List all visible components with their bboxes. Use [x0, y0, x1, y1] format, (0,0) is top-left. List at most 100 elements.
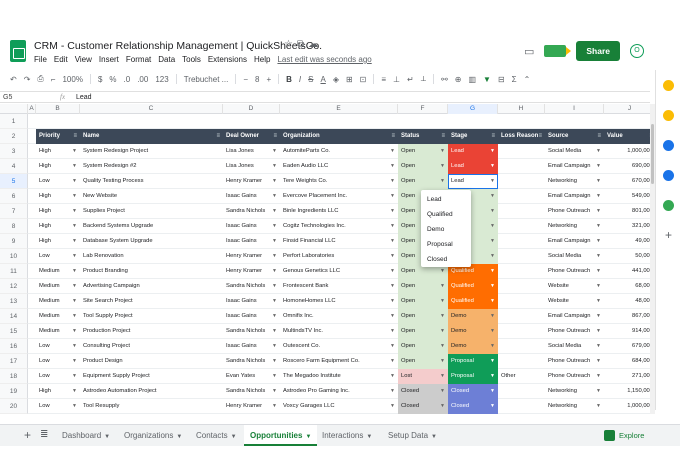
- dropdown-arrow-icon[interactable]: ▼: [596, 174, 601, 189]
- dropdown-arrow-icon[interactable]: ▼: [390, 264, 395, 279]
- cell-org[interactable]: Evercove Placement Inc. ▼: [280, 189, 398, 204]
- scrollbar-thumb[interactable]: [651, 124, 654, 184]
- strikethrough-button[interactable]: S: [308, 75, 313, 84]
- chart-icon[interactable]: ▥: [468, 75, 476, 84]
- dropdown-option-demo[interactable]: Demo: [421, 222, 471, 237]
- cell-priority[interactable]: Medium ▼: [36, 294, 80, 309]
- explore-button[interactable]: Explore: [604, 430, 644, 441]
- cell-value[interactable]: 549,000: [604, 189, 650, 204]
- cell-loss[interactable]: [498, 174, 545, 189]
- dropdown-arrow-icon[interactable]: ▼: [272, 354, 277, 369]
- cell-value[interactable]: 48,000: [604, 294, 650, 309]
- bold-button[interactable]: B: [286, 75, 292, 84]
- cell-value[interactable]: 914,000: [604, 324, 650, 339]
- cell-owner[interactable]: Sandra Nichols ▼: [223, 204, 280, 219]
- cell-value[interactable]: 684,000: [604, 354, 650, 369]
- dropdown-arrow-icon[interactable]: ▼: [72, 144, 77, 159]
- dropdown-arrow-icon[interactable]: ▼: [390, 174, 395, 189]
- dropdown-arrow-icon[interactable]: ▼: [72, 264, 77, 279]
- cell-source[interactable]: Networking ▼: [545, 219, 604, 234]
- borders-icon[interactable]: ⊞: [346, 75, 353, 84]
- menu-file[interactable]: File: [34, 55, 47, 64]
- add-icon[interactable]: +: [663, 229, 674, 241]
- cell-loss[interactable]: [498, 279, 545, 294]
- header-loss-reason[interactable]: Loss Reason ≡: [498, 129, 545, 144]
- cell-owner[interactable]: Lisa Jones ▼: [223, 144, 280, 159]
- dropdown-arrow-icon[interactable]: ▼: [272, 384, 277, 399]
- column-header-j[interactable]: J: [604, 104, 650, 114]
- currency-button[interactable]: $: [98, 75, 102, 84]
- comments-icon[interactable]: ▭: [524, 45, 534, 58]
- cell-owner[interactable]: Isaac Gains ▼: [223, 309, 280, 324]
- cell-value[interactable]: 867,000: [604, 309, 650, 324]
- header-organization[interactable]: Organization ≡: [280, 129, 398, 144]
- cell-org[interactable]: Tere Weights Co. ▼: [280, 174, 398, 189]
- cell-owner[interactable]: Sandra Nichols ▼: [223, 384, 280, 399]
- row-header-16[interactable]: 16: [0, 339, 28, 354]
- dropdown-arrow-icon[interactable]: ▼: [490, 279, 495, 294]
- dropdown-arrow-icon[interactable]: ▼: [490, 159, 495, 174]
- dropdown-arrow-icon[interactable]: ▼: [390, 249, 395, 264]
- cell-priority[interactable]: Low ▼: [36, 339, 80, 354]
- chevron-down-icon[interactable]: ▼: [431, 434, 437, 440]
- wrap-icon[interactable]: ↵: [407, 75, 414, 84]
- dropdown-arrow-icon[interactable]: ▼: [490, 369, 495, 384]
- cell-owner[interactable]: Sandra Nichols ▼: [223, 324, 280, 339]
- cell-org[interactable]: MultindsTV Inc. ▼: [280, 324, 398, 339]
- dropdown-arrow-icon[interactable]: ▼: [490, 219, 495, 234]
- cell-owner[interactable]: Lisa Jones ▼: [223, 159, 280, 174]
- dropdown-arrow-icon[interactable]: ▼: [72, 384, 77, 399]
- cell-priority[interactable]: High ▼: [36, 189, 80, 204]
- cell-source[interactable]: Social Media ▼: [545, 144, 604, 159]
- increase-decimal-button[interactable]: .00: [137, 75, 148, 84]
- cell-stage[interactable]: Demo ▼: [448, 339, 498, 354]
- dropdown-arrow-icon[interactable]: ▼: [440, 174, 445, 189]
- cell-name[interactable]: Lab Renovation: [80, 249, 223, 264]
- cell-loss[interactable]: [498, 234, 545, 249]
- header-value[interactable]: Value≡: [604, 129, 650, 144]
- menu-edit[interactable]: Edit: [54, 55, 68, 64]
- document-title[interactable]: CRM - Customer Relationship Management |…: [34, 40, 322, 52]
- row-header-7[interactable]: 7: [0, 204, 28, 219]
- dropdown-arrow-icon[interactable]: ▼: [390, 354, 395, 369]
- cell-name[interactable]: Tool Supply Project: [80, 309, 223, 324]
- header-priority[interactable]: Priority ≡: [36, 129, 80, 144]
- dropdown-arrow-icon[interactable]: ▼: [272, 219, 277, 234]
- dropdown-arrow-icon[interactable]: ▼: [72, 204, 77, 219]
- dropdown-option-proposal[interactable]: Proposal: [421, 237, 471, 252]
- cell-name[interactable]: New Website: [80, 189, 223, 204]
- row-header-12[interactable]: 12: [0, 279, 28, 294]
- cell-owner[interactable]: Evan Yates ▼: [223, 369, 280, 384]
- dropdown-arrow-icon[interactable]: ▼: [272, 294, 277, 309]
- menu-view[interactable]: View: [75, 55, 92, 64]
- font-select[interactable]: Trebuchet ...: [184, 75, 229, 84]
- dropdown-arrow-icon[interactable]: ▼: [490, 174, 495, 189]
- name-box[interactable]: G5: [3, 94, 12, 101]
- filter-icon[interactable]: ≡: [216, 129, 220, 144]
- dropdown-arrow-icon[interactable]: ▼: [390, 339, 395, 354]
- cell-value[interactable]: 271,000: [604, 369, 650, 384]
- cell-priority[interactable]: Low ▼: [36, 399, 80, 414]
- font-size-input[interactable]: 8: [255, 75, 259, 84]
- dropdown-arrow-icon[interactable]: ▼: [72, 399, 77, 414]
- cell-priority[interactable]: Medium ▼: [36, 264, 80, 279]
- dropdown-arrow-icon[interactable]: ▼: [596, 354, 601, 369]
- cell-owner[interactable]: Sandra Nichols ▼: [223, 354, 280, 369]
- header-source[interactable]: Source ≡: [545, 129, 604, 144]
- cell-status[interactable]: Open ▼: [398, 354, 448, 369]
- row-header-6[interactable]: 6: [0, 189, 28, 204]
- cell-stage[interactable]: Proposal ▼: [448, 354, 498, 369]
- dropdown-arrow-icon[interactable]: ▼: [390, 384, 395, 399]
- tab-opportunities[interactable]: Opportunities ▼: [244, 425, 318, 446]
- cell-value[interactable]: 441,000: [604, 264, 650, 279]
- cell-owner[interactable]: Henry Kramer ▼: [223, 264, 280, 279]
- decrease-decimal-button[interactable]: .0: [124, 75, 131, 84]
- keep-icon[interactable]: [663, 110, 674, 121]
- filter-icon[interactable]: ≡: [441, 129, 445, 144]
- comment-icon[interactable]: ⊕: [455, 75, 462, 84]
- dropdown-arrow-icon[interactable]: ▼: [596, 384, 601, 399]
- cell-stage[interactable]: Demo ▼: [448, 309, 498, 324]
- select-all-corner[interactable]: [0, 104, 28, 114]
- cell-source[interactable]: Website ▼: [545, 294, 604, 309]
- cell-priority[interactable]: Low ▼: [36, 249, 80, 264]
